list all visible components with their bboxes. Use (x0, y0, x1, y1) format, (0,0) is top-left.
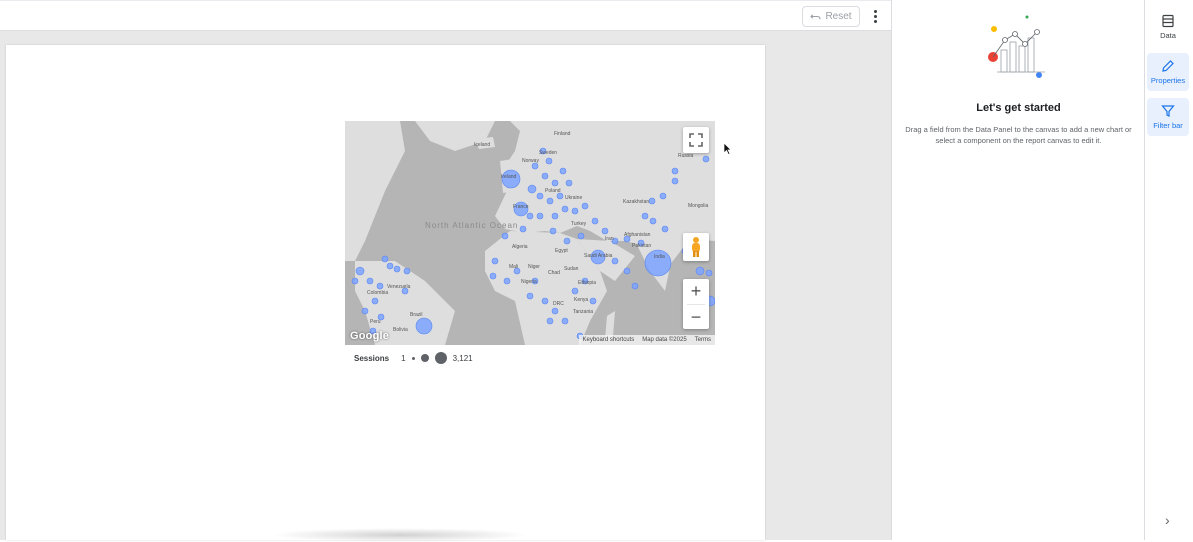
legend-bubble-large (434, 352, 447, 364)
map-label: France (513, 204, 529, 210)
street-view-pegman[interactable] (683, 233, 709, 261)
map-data-text: Map data ©2025 (642, 337, 687, 343)
zoom-out-button[interactable]: − (683, 305, 709, 330)
map-label: Colombia (367, 290, 389, 296)
map-label: Sudan (564, 266, 579, 272)
map-label: Bolivia (393, 327, 408, 333)
rail-properties-button[interactable]: Properties (1147, 53, 1189, 91)
rail-filter-label: Filter bar (1153, 121, 1183, 130)
map-label: Ethiopia (578, 280, 597, 286)
legend-title: Sessions (354, 353, 390, 363)
map-tiles (345, 121, 715, 345)
terms-link[interactable]: Terms (695, 337, 711, 343)
map-label: Venezuela (387, 284, 411, 290)
map-label: Afghanistan (624, 232, 651, 238)
fullscreen-icon (689, 133, 703, 147)
legend-max: 3,121 (452, 353, 473, 363)
database-icon (1162, 14, 1174, 28)
map-label: Brazil (410, 312, 423, 318)
map-label: Niger (528, 264, 540, 270)
report-toolbar: Reset (0, 0, 891, 31)
map-label: Turkey (571, 221, 587, 227)
map-label: Iran (605, 236, 614, 242)
map-label: Mongolia (688, 203, 709, 209)
zoom-in-button[interactable]: + (683, 279, 709, 304)
ocean-label: North Atlantic Ocean (425, 221, 519, 230)
rail-data-label: Data (1160, 31, 1176, 40)
map-label: Finland (554, 131, 571, 137)
map-label: Nigeria (521, 279, 537, 285)
map-label: Ireland (501, 174, 517, 180)
map-label: Tanzania (573, 309, 594, 315)
legend-min: 1 (401, 353, 406, 363)
map-label: Ukraine (565, 195, 583, 201)
map-label: Kazakhstan (623, 199, 650, 205)
rail-filter-bar-button[interactable]: Filter bar (1147, 98, 1189, 136)
map-label: Chad (548, 270, 560, 276)
pencil-icon (1162, 60, 1174, 72)
map-label: DRC (553, 301, 564, 307)
google-logo: Google (350, 330, 390, 342)
map-label: Norway (522, 158, 539, 164)
fullscreen-button[interactable] (683, 127, 709, 153)
map-label: India (654, 254, 665, 260)
chevron-right-icon[interactable]: › (1165, 512, 1170, 528)
properties-panel: Let's get started Drag a field from the … (891, 0, 1144, 540)
map-label: Poland (545, 188, 561, 194)
chart-illustration-icon (988, 15, 1045, 78)
map-label: Algeria (512, 244, 528, 250)
reset-button[interactable]: Reset (802, 6, 860, 27)
map-label: Saudi Arabia (584, 253, 613, 259)
bubble-map-chart[interactable]: North Atlantic Ocean Iceland Finland Nor… (345, 121, 715, 345)
map-label: Mali (509, 264, 519, 270)
legend-bubble-medium (420, 354, 429, 362)
map-legend: Sessions 1 3,121 (354, 352, 473, 364)
mouse-cursor-icon (723, 142, 732, 155)
map-label: Peru (370, 319, 381, 325)
map-label: Sweden (539, 150, 558, 156)
pegman-icon (692, 237, 700, 257)
map-label: Pakistan (632, 243, 652, 249)
filter-icon (1161, 105, 1175, 117)
map-label: Iceland (474, 142, 491, 148)
zoom-control: + − (683, 279, 709, 329)
map-label: Russia (678, 153, 694, 159)
panel-description: Drag a field from the Data Panel to the … (905, 125, 1132, 145)
legend-bubble-small (411, 356, 415, 360)
map-attribution: Keyboard shortcuts Map data ©2025 Terms (578, 335, 715, 345)
rail-properties-label: Properties (1150, 76, 1186, 85)
rail-data-button[interactable]: Data (1147, 8, 1189, 46)
map-label: Egypt (555, 248, 568, 254)
more-options-icon[interactable] (869, 8, 881, 25)
panel-heading: Let's get started (976, 102, 1061, 114)
reset-label: Reset (825, 11, 852, 22)
map-label: Kenya (574, 297, 589, 303)
keyboard-shortcuts-link[interactable]: Keyboard shortcuts (583, 337, 635, 343)
undo-icon (810, 14, 821, 20)
